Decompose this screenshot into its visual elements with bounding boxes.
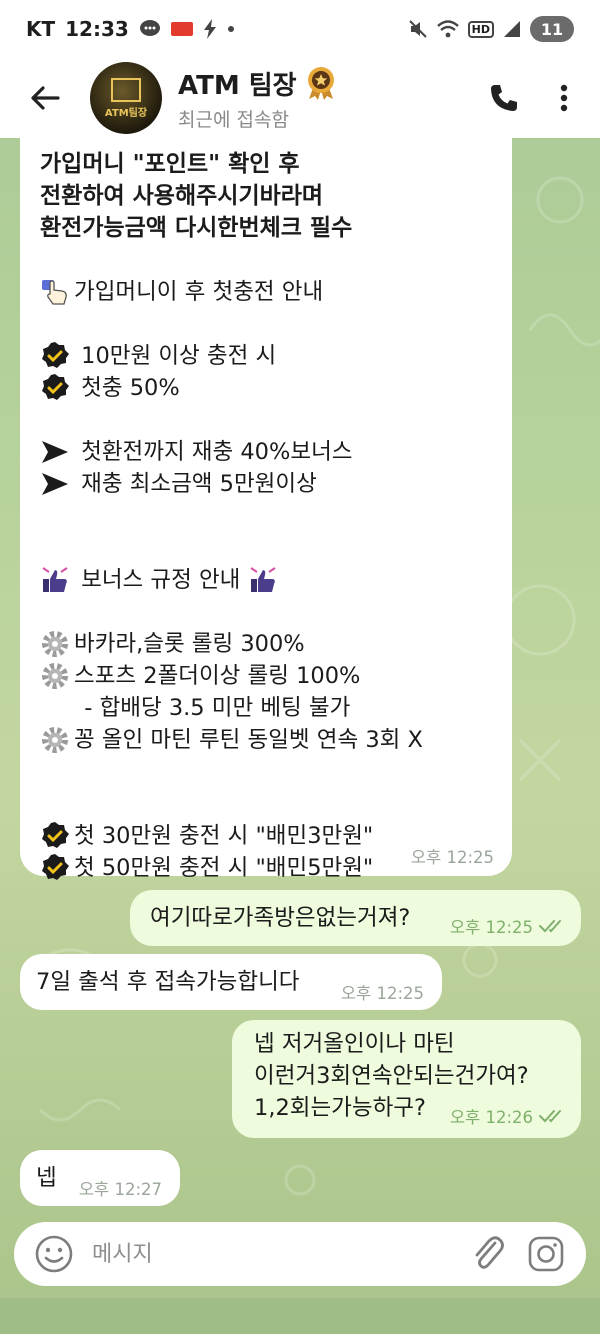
- message-meta: 오후 12:26: [450, 1104, 567, 1128]
- message-line: 첫충 50%: [40, 372, 492, 404]
- double-check-icon: [539, 920, 561, 933]
- app-notification-icon: [170, 20, 193, 38]
- clock: 12:33: [65, 17, 129, 41]
- message-bubble-outgoing[interactable]: 여기따로가족방은없는거져? 오후 12:25: [130, 890, 581, 946]
- mute-icon: [408, 19, 428, 39]
- wifi-icon: [436, 19, 460, 39]
- message-line: 첫환전까지 재충 40%보너스: [40, 436, 492, 468]
- more-notifications-icon: [227, 25, 235, 33]
- thumbs-up-icon: [40, 565, 70, 595]
- message-line: - 합배당 3.5 미만 베팅 불가: [70, 695, 351, 721]
- message-line: 스포츠 2폴더이상 롤링 100%: [40, 660, 492, 692]
- message-text: 넵: [36, 1165, 57, 1191]
- gear-icon: [40, 629, 70, 659]
- carrier-label: KT: [26, 17, 56, 41]
- message-bubble-incoming[interactable]: 7일 출석 후 접속가능합니다 오후 12:25: [20, 954, 442, 1010]
- message-line: 가입머니이 후 첫충전 안내: [40, 276, 492, 308]
- message-text: 여기따로가족방은없는거져?: [150, 905, 411, 931]
- smiley-icon: [35, 1235, 73, 1273]
- attach-button[interactable]: [466, 1232, 510, 1276]
- message-text: 꽁 올인 마틴 루틴 동일벳 연속 3회 X: [74, 727, 423, 753]
- message-line: 10만원 이상 충전 시: [40, 340, 492, 372]
- message-text: 첫충 50%: [74, 375, 180, 401]
- call-button[interactable]: [474, 58, 534, 138]
- message-text: 10만원 이상 충전 시: [74, 343, 277, 369]
- thumbs-up-icon: [248, 565, 278, 595]
- chat-header: ATM팀장 ATM 팀장 최근에 접속함: [0, 58, 600, 138]
- message-text: 재충 최소금액 5만원이상: [74, 471, 317, 497]
- message-line: 보너스 규정 안내: [40, 564, 492, 596]
- emoji-button[interactable]: [32, 1232, 76, 1276]
- more-options-button[interactable]: [534, 58, 594, 138]
- message-line: 바카라,슬롯 롤링 300%: [40, 628, 492, 660]
- message-line: 넵 저거올인이나 마틴: [254, 1031, 455, 1057]
- gear-icon: [40, 725, 70, 755]
- camera-icon: [528, 1236, 564, 1272]
- arrow-pointer-icon: [40, 437, 70, 467]
- message-line: 전환하여 사용해주시기바라며: [40, 183, 324, 209]
- message-text: 바카라,슬롯 롤링 300%: [74, 631, 305, 657]
- avatar-logo-icon: [111, 77, 141, 102]
- avatar[interactable]: ATM팀장: [90, 62, 162, 134]
- check-badge-icon: [40, 341, 70, 371]
- message-bubble-outgoing[interactable]: 넵 저거올인이나 마틴 이런거3회연속안되는건가여? 1,2회는가능하구? 오후…: [232, 1020, 581, 1138]
- check-badge-icon: [40, 373, 70, 403]
- chat-title: ATM 팀장: [178, 70, 297, 101]
- message-line: 가입머니 "포인트" 확인 후: [40, 151, 300, 177]
- gear-icon: [40, 661, 70, 691]
- status-bar: KT 12:33 HD 11: [0, 0, 600, 58]
- message-text: 첫 30만원 충전 시 "배민3만원": [74, 823, 374, 849]
- medal-badge-icon: [307, 67, 334, 100]
- message-line: 재충 최소금액 5만원이상: [40, 468, 492, 500]
- signal-icon: [502, 19, 522, 39]
- chat-title-block[interactable]: ATM 팀장 최근에 접속함: [178, 65, 337, 132]
- check-badge-icon: [40, 853, 70, 883]
- message-line: 이런거3회연속안되는건가여?: [254, 1063, 529, 1089]
- message-text: 스포츠 2폴더이상 롤링 100%: [74, 663, 361, 689]
- message-line: 꽁 올인 마틴 루틴 동일벳 연속 3회 X: [40, 724, 492, 756]
- message-text: 가입머니이 후 첫충전 안내: [74, 279, 324, 305]
- message-composer: [14, 1222, 586, 1286]
- message-text: 첫 50만원 충전 시 "배민5만원": [74, 855, 374, 881]
- message-time: 오후 12:27: [78, 1180, 162, 1199]
- camera-button[interactable]: [524, 1232, 568, 1276]
- flash-icon: [203, 19, 217, 39]
- message-line: 환전가능금액 다시한번체크 필수: [40, 215, 353, 241]
- phone-icon: [491, 85, 517, 111]
- last-seen-status: 최근에 접속함: [178, 108, 289, 131]
- message-time: 오후 12:25: [340, 984, 424, 1003]
- arrow-left-icon: [31, 86, 60, 110]
- message-text: 보너스 규정 안내: [74, 567, 248, 593]
- system-navigation-bar: [0, 1298, 600, 1334]
- message-text: 7일 출석 후 접속가능합니다: [36, 969, 300, 995]
- message-text: 첫환전까지 재충 40%보너스: [74, 439, 353, 465]
- back-button[interactable]: [0, 58, 90, 138]
- message-meta: 오후 12:25: [450, 914, 567, 938]
- message-bubble-incoming[interactable]: 넵 오후 12:27: [20, 1150, 180, 1206]
- paperclip-icon: [475, 1236, 504, 1269]
- arrow-pointer-icon: [40, 469, 70, 499]
- message-time: 오후 12:25: [410, 848, 494, 867]
- hd-voice-icon: HD: [467, 20, 494, 38]
- chat-notification-icon: [139, 19, 161, 39]
- message-input[interactable]: [90, 1240, 466, 1268]
- pointing-hand-icon: [40, 277, 70, 307]
- kebab-menu-icon: [560, 84, 568, 112]
- avatar-text: ATM팀장: [104, 107, 148, 119]
- double-check-icon: [539, 1110, 561, 1123]
- message-bubble-incoming[interactable]: 가입머니 "포인트" 확인 후 전환하여 사용해주시기바라며 환전가능금액 다시…: [20, 138, 512, 881]
- check-badge-icon: [40, 821, 70, 851]
- battery-badge: 11: [530, 16, 574, 42]
- message-time: 오후 12:25: [449, 918, 533, 937]
- message-time: 오후 12:26: [449, 1108, 533, 1127]
